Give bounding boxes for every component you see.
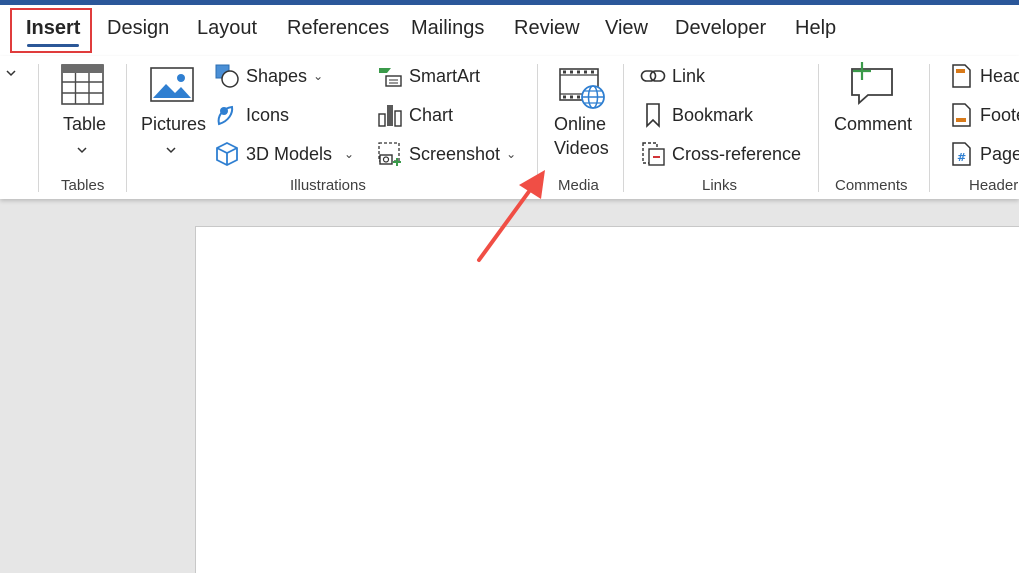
cross-reference-icon <box>640 141 666 167</box>
tab-layout[interactable]: Layout <box>197 17 257 40</box>
link-icon <box>640 63 666 89</box>
group-label-media: Media <box>558 177 599 194</box>
comment-icon[interactable] <box>848 61 896 107</box>
shapes-button[interactable]: Shapes ⌄ <box>214 61 323 91</box>
chart-icon <box>377 102 403 128</box>
screenshot-icon <box>377 141 403 167</box>
shapes-label: Shapes <box>246 65 308 86</box>
group-separator <box>623 64 624 192</box>
document-page[interactable] <box>195 226 1019 573</box>
smartart-label: SmartArt <box>409 65 481 86</box>
header-button[interactable]: Head <box>948 61 1019 91</box>
group-label-comments: Comments <box>835 177 908 194</box>
header-icon <box>948 63 974 89</box>
cross-reference-label: Cross-reference <box>672 143 802 164</box>
tab-design[interactable]: Design <box>107 17 169 40</box>
chevron-down-icon: ⌄ <box>506 147 517 161</box>
comment-button[interactable]: Comment <box>834 114 912 135</box>
group-separator <box>929 64 930 192</box>
group-label-links: Links <box>702 177 738 194</box>
shapes-icon <box>214 63 240 89</box>
group-separator <box>537 64 538 192</box>
tab-references[interactable]: References <box>287 17 389 40</box>
chevron-down-icon[interactable] <box>165 142 177 154</box>
tab-insert[interactable]: Insert <box>26 17 80 40</box>
ribbon-tabs: Insert Design Layout References Mailings… <box>0 5 1019 56</box>
group-separator <box>38 64 39 192</box>
tab-developer[interactable]: Developer <box>675 17 766 40</box>
svg-text:#: # <box>957 151 966 164</box>
bookmark-button[interactable]: Bookmark <box>640 100 753 130</box>
page-number-button[interactable]: # Page <box>948 139 1019 169</box>
chevron-down-icon[interactable] <box>4 66 18 80</box>
chart-button[interactable]: Chart <box>377 100 453 130</box>
3d-models-button[interactable]: 3D Models ⌄ <box>214 139 354 169</box>
footer-button[interactable]: Foote <box>948 100 1019 130</box>
pictures-icon[interactable] <box>150 67 194 103</box>
online-videos-line2[interactable]: Videos <box>554 138 609 159</box>
screenshot-button[interactable]: Screenshot ⌄ <box>377 139 516 169</box>
smartart-icon <box>377 63 403 89</box>
bookmark-icon <box>640 102 666 128</box>
link-button[interactable]: Link <box>640 61 705 91</box>
group-separator <box>818 64 819 192</box>
icons-icon <box>214 102 240 128</box>
page-number-icon: # <box>948 141 974 167</box>
online-videos-line1[interactable]: Online <box>554 114 606 135</box>
icons-label: Icons <box>246 104 290 125</box>
page-number-label: Page <box>980 143 1019 164</box>
3d-models-label: 3D Models <box>246 143 333 164</box>
group-label-illustrations: Illustrations <box>290 177 366 194</box>
header-label: Head <box>980 65 1019 86</box>
active-tab-underline <box>27 44 79 47</box>
pictures-button[interactable]: Pictures <box>141 114 206 135</box>
online-videos-icon[interactable] <box>558 67 606 109</box>
footer-label: Foote <box>980 104 1019 125</box>
icons-button[interactable]: Icons <box>214 100 289 130</box>
chevron-down-icon[interactable] <box>76 142 88 154</box>
tab-view[interactable]: View <box>605 17 648 40</box>
table-icon[interactable] <box>60 64 106 106</box>
footer-icon <box>948 102 974 128</box>
screenshot-label: Screenshot <box>409 143 501 164</box>
link-label: Link <box>672 65 706 86</box>
3d-models-icon <box>214 141 240 167</box>
smartart-button[interactable]: SmartArt <box>377 61 480 91</box>
tab-help[interactable]: Help <box>795 17 836 40</box>
chevron-down-icon: ⌄ <box>313 69 324 83</box>
cross-reference-button[interactable]: Cross-reference <box>640 139 801 169</box>
chart-label: Chart <box>409 104 454 125</box>
group-label-header-footer: Header <box>969 177 1019 194</box>
bookmark-label: Bookmark <box>672 104 754 125</box>
table-button[interactable]: Table <box>63 114 106 135</box>
group-separator <box>126 64 127 192</box>
tab-mailings[interactable]: Mailings <box>411 17 484 40</box>
group-label-tables: Tables <box>61 177 105 194</box>
ribbon-panel: Table Tables Pictures Shapes ⌄ Icons 3D … <box>0 56 1019 199</box>
chevron-down-icon: ⌄ <box>344 147 355 161</box>
tab-review[interactable]: Review <box>514 17 580 40</box>
